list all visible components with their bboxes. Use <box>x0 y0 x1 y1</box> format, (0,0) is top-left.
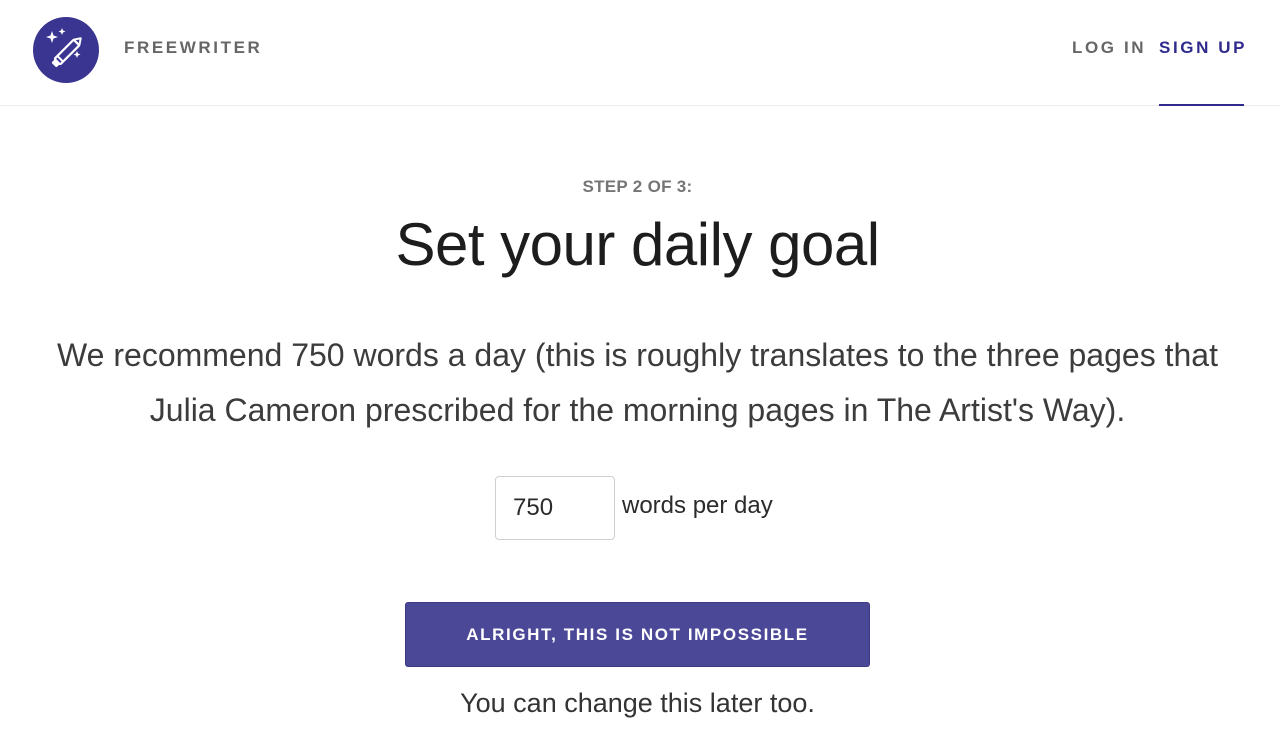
active-tab-indicator <box>1159 104 1244 106</box>
goal-unit-label: words per day <box>622 492 773 519</box>
change-later-note: You can change this later too. <box>460 688 815 718</box>
brand-name: FREEWRITER <box>124 38 263 57</box>
signup-link[interactable]: SIGN UP <box>1159 38 1247 58</box>
recommendation-text: We recommend 750 words a day (this is ro… <box>57 337 1218 428</box>
top-nav-bar: FREEWRITER LOG IN SIGN UP <box>0 0 1280 106</box>
step-indicator: STEP 2 OF 3: <box>582 177 693 196</box>
login-link[interactable]: LOG IN <box>1072 38 1146 58</box>
confirm-goal-button[interactable]: ALRIGHT, THIS IS NOT IMPOSSIBLE <box>405 602 870 667</box>
logo[interactable] <box>33 17 99 83</box>
daily-goal-input[interactable] <box>495 476 615 540</box>
magic-pencil-icon <box>46 28 82 67</box>
page-title: Set your daily goal <box>395 211 880 278</box>
